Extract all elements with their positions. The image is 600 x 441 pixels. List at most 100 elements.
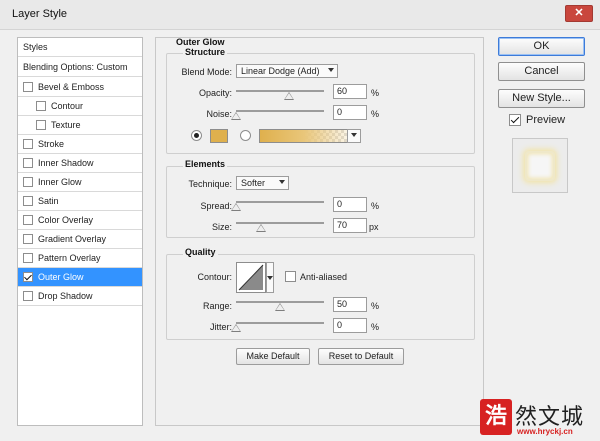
style-checkbox[interactable] — [36, 120, 46, 130]
gradient-picker[interactable] — [259, 129, 359, 143]
gradient-radio[interactable] — [240, 130, 251, 141]
style-item-stroke[interactable]: Stroke — [18, 135, 142, 154]
preview-checkbox[interactable] — [509, 114, 521, 126]
opacity-unit: % — [371, 88, 380, 98]
jitter-slider-track[interactable] — [236, 322, 324, 324]
contour-dropdown[interactable] — [266, 262, 274, 293]
noise-input[interactable]: 0 — [333, 105, 367, 120]
style-item-color-overlay[interactable]: Color Overlay — [18, 211, 142, 230]
technique-value: Softer — [241, 178, 266, 188]
noise-label: Noise: — [206, 109, 232, 119]
styles-list: Styles Blending Options: Custom Bevel & … — [17, 37, 143, 426]
technique-select[interactable]: Softer — [236, 176, 289, 190]
styles-header[interactable]: Styles — [18, 38, 142, 57]
style-checkbox[interactable] — [23, 196, 33, 206]
jitter-input[interactable]: 0 — [333, 318, 367, 333]
make-default-button[interactable]: Make Default — [236, 348, 310, 365]
blend-mode-label: Blend Mode: — [181, 67, 232, 77]
opacity-slider-thumb[interactable] — [283, 92, 294, 100]
style-item-drop-shadow[interactable]: Drop Shadow — [18, 287, 142, 306]
size-label: Size: — [211, 222, 232, 232]
cancel-button[interactable]: Cancel — [498, 62, 585, 81]
color-radio[interactable] — [191, 130, 202, 141]
outer-glow-title: Outer Glow — [176, 37, 225, 47]
window-title: Layer Style — [12, 8, 68, 20]
style-item-label: Gradient Overlay — [38, 234, 107, 244]
blending-options-item[interactable]: Blending Options: Custom — [18, 58, 142, 77]
style-checkbox[interactable] — [23, 253, 33, 263]
quality-title: Quality — [183, 247, 218, 257]
close-button[interactable]: ✕ — [565, 5, 593, 22]
technique-label: Technique: — [188, 179, 232, 189]
range-slider-thumb[interactable] — [275, 303, 285, 311]
anti-aliased-checkbox[interactable] — [285, 271, 296, 282]
style-item-label: Drop Shadow — [38, 291, 93, 301]
reset-to-default-button[interactable]: Reset to Default — [318, 348, 404, 365]
range-input[interactable]: 50 — [333, 297, 367, 312]
style-item-inner-shadow[interactable]: Inner Shadow — [18, 154, 142, 173]
opacity-slider-track[interactable] — [236, 90, 324, 92]
chevron-down-icon — [328, 68, 334, 72]
opacity-input[interactable]: 60 — [333, 84, 367, 99]
jitter-unit: % — [371, 322, 380, 332]
contour-label: Contour: — [197, 272, 232, 282]
style-item-label: Satin — [38, 196, 59, 206]
preview-label: Preview — [526, 114, 566, 126]
style-checkbox[interactable] — [23, 291, 33, 301]
style-checkbox[interactable] — [23, 272, 33, 282]
blend-mode-select[interactable]: Linear Dodge (Add) — [236, 64, 338, 78]
spread-input[interactable]: 0 — [333, 197, 367, 212]
blend-mode-value: Linear Dodge (Add) — [241, 66, 320, 76]
glow-color-swatch[interactable] — [210, 129, 228, 143]
style-item-satin[interactable]: Satin — [18, 192, 142, 211]
chevron-down-icon — [279, 180, 285, 184]
style-item-label: Texture — [51, 120, 81, 130]
preview-glow-square — [525, 151, 555, 181]
watermark-logo: 浩 — [480, 399, 512, 435]
style-item-inner-glow[interactable]: Inner Glow — [18, 173, 142, 192]
watermark-url: www.hryckj.cn — [517, 427, 573, 436]
style-item-texture[interactable]: Texture — [18, 116, 142, 135]
gradient-dropdown[interactable] — [347, 129, 361, 143]
style-item-gradient-overlay[interactable]: Gradient Overlay — [18, 230, 142, 249]
opacity-label: Opacity: — [198, 88, 232, 98]
style-checkbox[interactable] — [23, 82, 33, 92]
noise-unit: % — [371, 109, 380, 119]
title-bar — [0, 0, 600, 30]
range-unit: % — [371, 301, 380, 311]
spread-slider-thumb[interactable] — [231, 203, 241, 211]
style-item-label: Bevel & Emboss — [38, 82, 105, 92]
structure-title: Structure — [183, 47, 228, 57]
noise-slider-thumb[interactable] — [231, 112, 241, 120]
style-checkbox[interactable] — [36, 101, 46, 111]
style-item-outer-glow[interactable]: Outer Glow — [18, 268, 142, 287]
range-label: Range: — [202, 301, 232, 311]
style-item-label: Color Overlay — [38, 215, 94, 225]
style-item-label: Inner Shadow — [38, 158, 94, 168]
new-style-button[interactable]: New Style... — [498, 89, 585, 108]
size-slider-track[interactable] — [236, 222, 324, 224]
contour-picker[interactable] — [236, 262, 266, 293]
anti-aliased-label: Anti-aliased — [300, 272, 348, 282]
noise-slider-track[interactable] — [236, 110, 324, 112]
style-item-label: Contour — [51, 101, 84, 111]
style-checkbox[interactable] — [23, 215, 33, 225]
spread-label: Spread: — [200, 201, 232, 211]
preview-thumbnail — [512, 138, 568, 193]
jitter-label: Jitter: — [209, 322, 232, 332]
style-checkbox[interactable] — [23, 158, 33, 168]
style-checkbox[interactable] — [23, 139, 33, 149]
style-item-contour[interactable]: Contour — [18, 97, 142, 116]
size-slider-thumb[interactable] — [255, 224, 266, 232]
size-input[interactable]: 70 — [333, 218, 367, 233]
style-checkbox[interactable] — [23, 177, 33, 187]
style-checkbox[interactable] — [23, 234, 33, 244]
jitter-slider-thumb[interactable] — [231, 324, 241, 332]
size-unit: px — [369, 222, 379, 232]
spread-slider-track[interactable] — [236, 201, 324, 203]
style-item-pattern-overlay[interactable]: Pattern Overlay — [18, 249, 142, 268]
style-item-bevel-emboss[interactable]: Bevel & Emboss — [18, 78, 142, 97]
ok-button[interactable]: OK — [498, 37, 585, 56]
style-item-label: Stroke — [38, 139, 65, 149]
chevron-down-icon — [267, 276, 273, 280]
